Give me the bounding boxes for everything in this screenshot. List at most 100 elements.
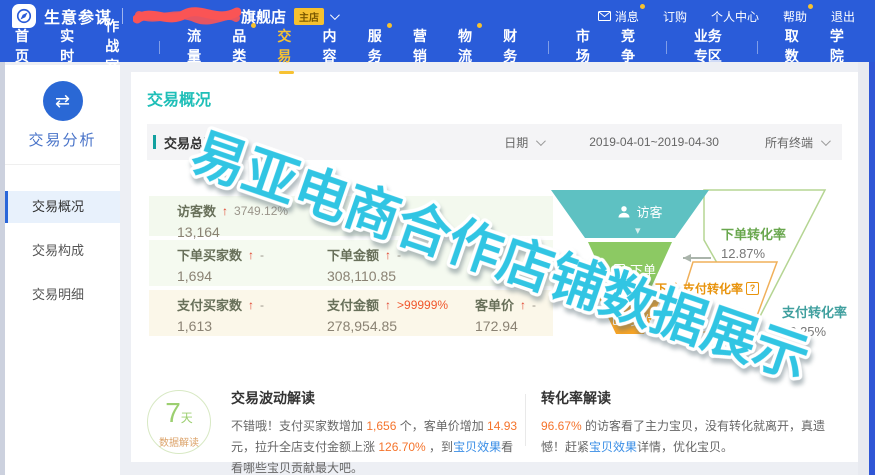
metric-label: 客单价 <box>475 295 514 314</box>
sidebar-menu: 交易概况 交易构成 交易明细 <box>5 191 120 311</box>
order-conversion-value: 12.87% <box>721 246 786 261</box>
metric-label: 访客数 <box>177 201 216 220</box>
mail-icon <box>598 11 611 21</box>
metric-value: 13,164 <box>177 224 288 240</box>
menu-help-label: 帮助 <box>783 8 807 25</box>
insight-number: 14.93 <box>487 419 517 433</box>
insight-number: 126.70% <box>378 440 425 454</box>
metric-value: 1,613 <box>177 318 264 334</box>
menu-help[interactable]: 帮助 <box>783 8 807 25</box>
menu-logout-label: 退出 <box>831 8 855 25</box>
user-menu: 消息 订购 个人中心 帮助 退出 <box>598 8 855 25</box>
date-filter-label[interactable]: 日期 <box>504 134 528 151</box>
insight-title: 交易波动解读 <box>231 388 521 408</box>
nav-realtime[interactable]: 实时 <box>60 26 78 68</box>
insight-text: 元，拉升全店支付金额上涨 <box>231 440 378 454</box>
insight-text: 详情，优化宝贝。 <box>637 440 733 454</box>
menu-messages-label: 消息 <box>615 8 639 25</box>
date-range-value[interactable]: 2019-04-01~2019-04-30 <box>589 135 719 149</box>
metric-change: 3749.12% <box>234 204 288 218</box>
pay-conversion-value: 12.25% <box>782 324 847 339</box>
metric-row-payments: 支付买家数 ↑ - 1,613 支付金额 ↑ >99999% 278,954.8… <box>149 290 553 336</box>
metric-avg-order-value: 客单价 ↑ - 172.94 <box>475 295 536 334</box>
nav-home[interactable]: 首页 <box>15 26 33 68</box>
nav-marketing[interactable]: 营销 <box>413 26 431 68</box>
nav-academy[interactable]: 学院 <box>830 26 848 68</box>
menu-messages[interactable]: 消息 <box>598 8 639 25</box>
item-effect-link[interactable]: 宝贝效果 <box>453 440 501 454</box>
nav-category[interactable]: 品类 <box>232 26 250 68</box>
sidebar-item-trade-detail[interactable]: 交易明细 <box>5 279 120 311</box>
compass-icon <box>14 6 34 26</box>
menu-logout[interactable]: 退出 <box>831 8 855 25</box>
funnel-chevron-down-icon: ▾ <box>635 224 641 237</box>
trade-fluctuation-insight: 交易波动解读 不错哦！支付买家数增加 1,656 个，客单价增加 14.93 元… <box>231 388 521 475</box>
menu-personal-center[interactable]: 个人中心 <box>711 8 759 25</box>
item-effect-link[interactable]: 宝贝效果 <box>589 440 637 454</box>
nav-service-label: 服务 <box>368 28 382 64</box>
nav-finance[interactable]: 财务 <box>503 26 521 68</box>
badge-caption: 数据解读 <box>148 434 210 449</box>
person-icon <box>617 205 631 218</box>
badge-days: 7 <box>165 397 181 428</box>
nav-traffic[interactable]: 流量 <box>187 26 205 68</box>
sidebar-section-title: 交易分析 <box>5 129 120 150</box>
nav-content[interactable]: 内容 <box>323 26 341 68</box>
nav-war-room[interactable]: 作战室 <box>105 16 132 78</box>
sidebar-section-header: ⇄ 交易分析 <box>5 65 120 165</box>
funnel-outline-orange <box>671 262 777 332</box>
nav-data-fetch[interactable]: 取数 <box>785 26 803 68</box>
brand-name: 生意参谋 <box>44 4 112 28</box>
panel-title: 交易总览 <box>164 133 216 152</box>
notification-dot <box>808 4 813 9</box>
sidebar-item-trade-composition[interactable]: 交易构成 <box>5 235 120 267</box>
metric-pay-amount: 支付金额 ↑ >99999% 278,954.85 <box>327 295 448 334</box>
up-arrow-icon: ↑ <box>520 298 526 312</box>
metric-change: - <box>532 298 536 312</box>
notification-dot <box>387 23 392 28</box>
app-screen: 生意参谋 旗舰店 主店 消息 订购 个人中心 帮 <box>0 0 875 475</box>
terminal-filter[interactable]: 所有终端 <box>765 134 813 151</box>
up-arrow-icon: ↑ <box>248 248 254 262</box>
metric-change: - <box>260 248 264 262</box>
funnel-visitors-text: 访客 <box>636 202 662 221</box>
up-arrow-icon: ↑ <box>385 298 391 312</box>
store-switch-chevron-down-icon[interactable] <box>330 10 340 20</box>
help-icon[interactable]: ? <box>746 282 759 295</box>
compass-logo-icon[interactable] <box>12 4 36 28</box>
terminal-chevron-down-icon[interactable] <box>821 136 831 146</box>
date-chevron-down-icon[interactable] <box>536 136 546 146</box>
nav-divider <box>666 41 667 54</box>
metric-change: - <box>260 298 264 312</box>
notification-dot <box>640 4 645 9</box>
nav-business-zone[interactable]: 业务专区 <box>694 26 730 68</box>
metric-label: 支付金额 <box>327 295 379 314</box>
scrollbar[interactable] <box>869 62 875 475</box>
top-header: 生意参谋 旗舰店 主店 消息 订购 个人中心 帮 <box>0 0 875 62</box>
up-arrow-icon: ↑ <box>222 204 228 218</box>
nav-logistics[interactable]: 物流 <box>458 26 476 68</box>
panel-header: 交易总览 日期 2019-04-01~2019-04-30 所有终端 <box>147 124 842 160</box>
store-name-suffix: 旗舰店 <box>241 6 286 27</box>
gap-arrow-icon <box>683 254 711 262</box>
insight-divider <box>525 394 526 446</box>
metric-label: 下单金额 <box>327 245 379 264</box>
funnel-label-payments: 支付 <box>590 310 680 329</box>
insight-text: ，到 <box>426 440 453 454</box>
seven-day-insight-badge: 7天 数据解读 <box>147 390 211 454</box>
nav-competition[interactable]: 竞争 <box>621 26 639 68</box>
metric-change: >99999% <box>397 298 448 312</box>
nav-market[interactable]: 市场 <box>576 26 594 68</box>
nav-service[interactable]: 服务 <box>368 26 386 68</box>
order-pay-conversion-label: 下单-支付转化率 <box>655 280 743 297</box>
metric-row-visitors: 访客数 ↑ 3749.12% 13,164 <box>149 196 553 236</box>
up-arrow-icon: ↑ <box>248 298 254 312</box>
order-conversion-annotation: 下单转化率 12.87% <box>721 224 786 261</box>
nav-divider <box>548 41 549 54</box>
insight-body: 不错哦！支付买家数增加 1,656 个，客单价增加 14.93 元，拉升全店支付… <box>231 416 521 475</box>
nav-transaction[interactable]: 交易 <box>277 26 295 68</box>
up-arrow-icon: ↑ <box>385 248 391 262</box>
conversion-rate-insight: 转化率解读 96.67% 的访客看了主力宝贝，没有转化就离开，真遗憾！赶紧宝贝效… <box>541 388 843 458</box>
sidebar-item-trade-overview[interactable]: 交易概况 <box>5 191 120 223</box>
menu-subscribe[interactable]: 订购 <box>663 8 687 25</box>
